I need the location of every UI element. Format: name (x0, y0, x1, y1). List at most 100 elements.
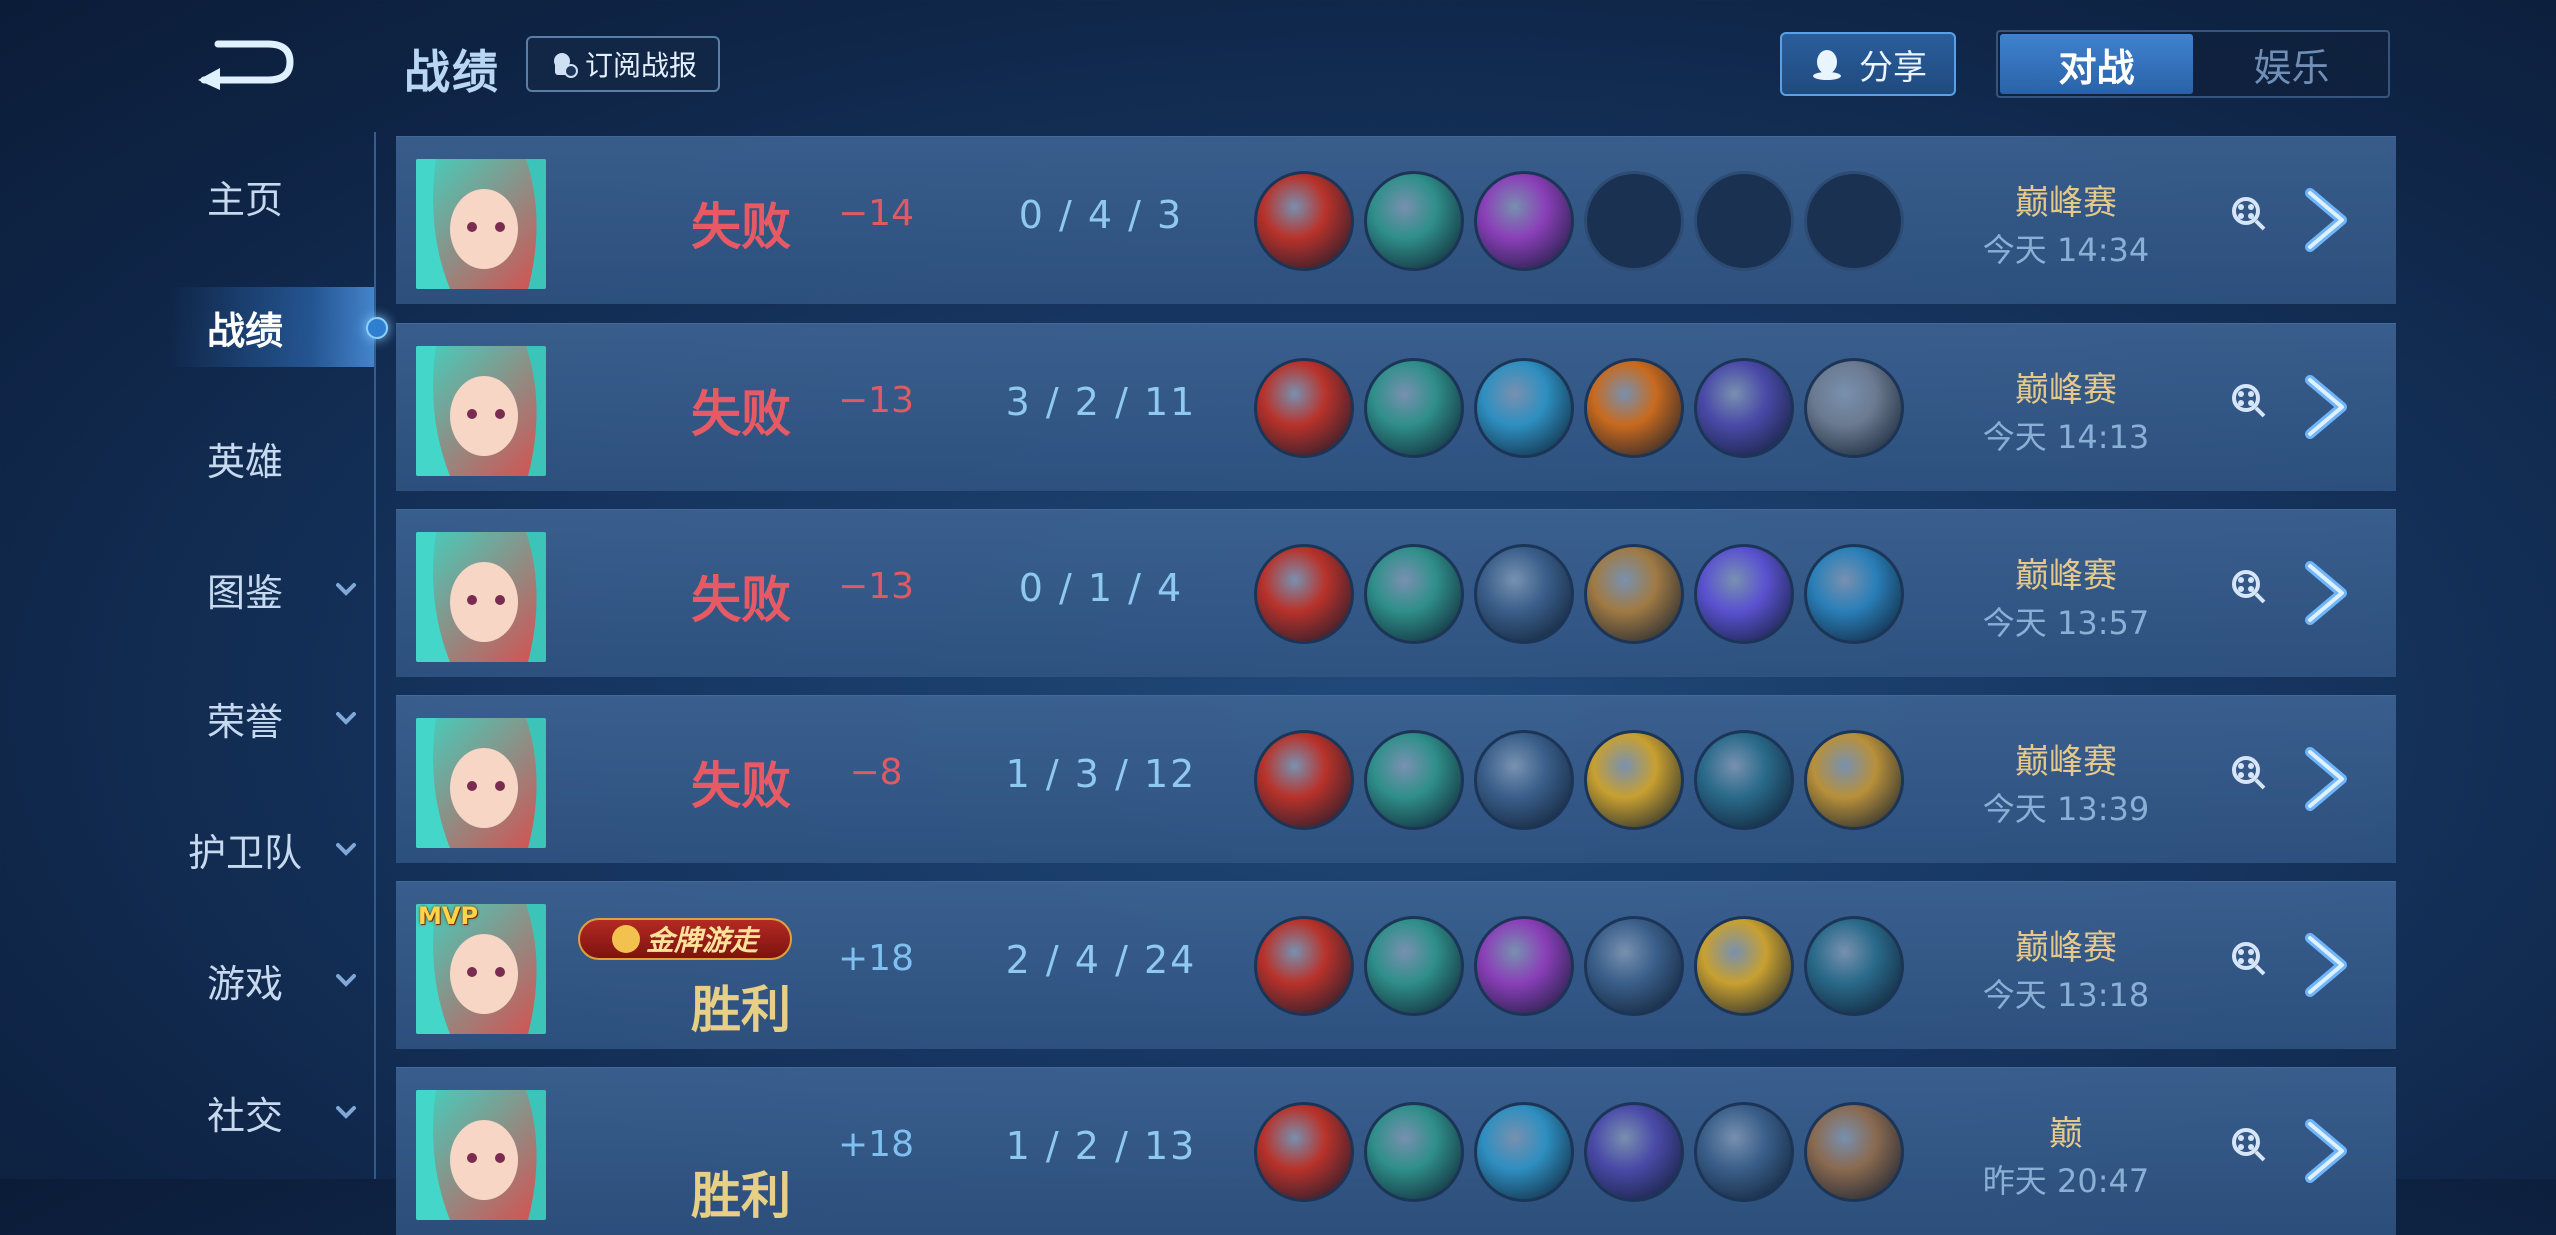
equipment-item-icon (1364, 730, 1464, 830)
sidebar-item-label: 战绩 (206, 308, 283, 353)
equipment-list (1254, 730, 1904, 830)
tab-entertainment[interactable]: 娱乐 (2195, 32, 2388, 96)
hero-avatar (416, 718, 546, 848)
match-row[interactable]: 失败 −13 3 / 2 / 11 巅峰赛 今天 14:13 (396, 323, 2396, 491)
equipment-item-icon (1694, 358, 1794, 458)
chevron-right-icon[interactable] (2296, 744, 2356, 814)
equipment-item-icon (1364, 1102, 1464, 1202)
match-time: 今天 13:18 (1982, 976, 2150, 1014)
empty-equipment-slot (1804, 171, 1904, 271)
game-mode: 巅峰赛 (2015, 742, 2117, 782)
match-time: 今天 14:34 (1982, 231, 2150, 269)
empty-equipment-slot (1584, 171, 1684, 271)
match-time: 今天 14:13 (1982, 418, 2150, 456)
replay-icon[interactable] (2230, 940, 2266, 976)
share-label: 分享 (1859, 47, 1927, 88)
match-time: 昨天 20:47 (1982, 1162, 2150, 1200)
equipment-item-icon (1804, 916, 1904, 1016)
mode-tabs: 对战 娱乐 (1996, 30, 2390, 98)
equipment-list (1254, 916, 1904, 1016)
equipment-item-icon (1584, 1102, 1684, 1202)
equipment-item-icon (1584, 730, 1684, 830)
game-mode: 巅峰赛 (2015, 556, 2117, 596)
sidebar-item-label: 英雄 (206, 439, 283, 484)
hero-avatar (416, 1090, 546, 1220)
sidebar-item-label: 游戏 (206, 961, 283, 1006)
hero-avatar (416, 159, 546, 289)
chevron-right-icon[interactable] (2296, 558, 2356, 628)
equipment-item-icon (1804, 544, 1904, 644)
equipment-item-icon (1584, 916, 1684, 1016)
match-time: 今天 13:57 (1982, 604, 2150, 642)
sidebar-item-records[interactable]: 战绩 (170, 287, 374, 367)
active-indicator (366, 317, 388, 339)
match-result: 胜利 (691, 1167, 791, 1225)
equipment-item-icon (1694, 544, 1794, 644)
equipment-item-icon (1474, 916, 1574, 1016)
equipment-item-icon (1474, 358, 1574, 458)
kda: 1 / 3 / 12 (1005, 752, 1197, 796)
sidebar-item-label: 荣誉 (206, 699, 283, 744)
rank-score-change: +18 (838, 1124, 914, 1165)
replay-icon[interactable] (2230, 568, 2266, 604)
chevron-down-icon (336, 843, 356, 856)
chevron-down-icon (336, 712, 356, 725)
share-button[interactable]: 分享 (1780, 32, 1956, 96)
chevron-right-icon[interactable] (2296, 1116, 2356, 1186)
subscribe-label: 订阅战报 (584, 49, 697, 82)
equipment-item-icon (1474, 730, 1574, 830)
equipment-item-icon (1694, 916, 1794, 1016)
match-row[interactable]: 胜利 +18 1 / 2 / 13 巅 昨天 20:47 (396, 1067, 2396, 1235)
tab-battle[interactable]: 对战 (2000, 34, 2193, 94)
subscribe-report-button[interactable]: 订阅战报 (526, 36, 720, 92)
hero-avatar (416, 532, 546, 662)
equipment-list (1254, 544, 1904, 644)
gold-badge: 金牌游走 (578, 918, 792, 960)
mvp-tag: MVP (418, 902, 479, 930)
equipment-item-icon (1254, 730, 1354, 830)
replay-icon[interactable] (2230, 195, 2266, 231)
match-time: 今天 13:39 (1982, 790, 2150, 828)
kda: 3 / 2 / 11 (1005, 380, 1197, 424)
equipment-list (1254, 358, 1904, 458)
match-row[interactable]: 失败 −13 0 / 1 / 4 巅峰赛 今天 13:57 (396, 509, 2396, 677)
chevron-right-icon[interactable] (2296, 930, 2356, 1000)
rank-score-change: −13 (838, 380, 914, 421)
match-row[interactable]: 失败 −8 1 / 3 / 12 巅峰赛 今天 13:39 (396, 695, 2396, 863)
sidebar-item-label: 主页 (206, 177, 283, 222)
equipment-item-icon (1254, 358, 1354, 458)
sidebar-item-label: 社交 (206, 1093, 283, 1138)
replay-icon[interactable] (2230, 754, 2266, 790)
equipment-item-icon (1474, 544, 1574, 644)
equipment-list (1254, 1102, 1904, 1202)
subscribe-icon (553, 53, 578, 78)
page-title: 战绩 (404, 45, 500, 99)
equipment-item-icon (1474, 1102, 1574, 1202)
equipment-item-icon (1474, 171, 1574, 271)
match-row[interactable]: 失败 −14 0 / 4 / 3 巅峰赛 今天 14:34 (396, 136, 2396, 304)
equipment-item-icon (1694, 1102, 1794, 1202)
equipment-item-icon (1804, 358, 1904, 458)
qq-penguin-icon (1813, 50, 1841, 80)
chevron-down-icon (336, 583, 356, 596)
equipment-item-icon (1254, 1102, 1354, 1202)
replay-icon[interactable] (2230, 1126, 2266, 1162)
game-mode: 巅峰赛 (2015, 183, 2117, 223)
equipment-list (1254, 171, 1904, 271)
hero-avatar (416, 346, 546, 476)
equipment-item-icon (1694, 730, 1794, 830)
chevron-right-icon[interactable] (2296, 185, 2356, 255)
kda: 0 / 1 / 4 (1018, 566, 1184, 610)
equipment-item-icon (1364, 544, 1464, 644)
sidebar-divider (374, 132, 376, 1179)
chevron-down-icon (336, 1106, 356, 1119)
match-row[interactable]: MVP 金牌游走 胜利 +18 2 / 4 / 24 巅峰赛 今天 13:18 (396, 881, 2396, 1049)
kda: 2 / 4 / 24 (1005, 938, 1197, 982)
equipment-item-icon (1254, 544, 1354, 644)
equipment-item-icon (1254, 171, 1354, 271)
replay-icon[interactable] (2230, 382, 2266, 418)
equipment-item-icon (1364, 171, 1464, 271)
chevron-right-icon[interactable] (2296, 372, 2356, 442)
back-arrow-icon[interactable] (190, 32, 300, 92)
equipment-item-icon (1584, 358, 1684, 458)
